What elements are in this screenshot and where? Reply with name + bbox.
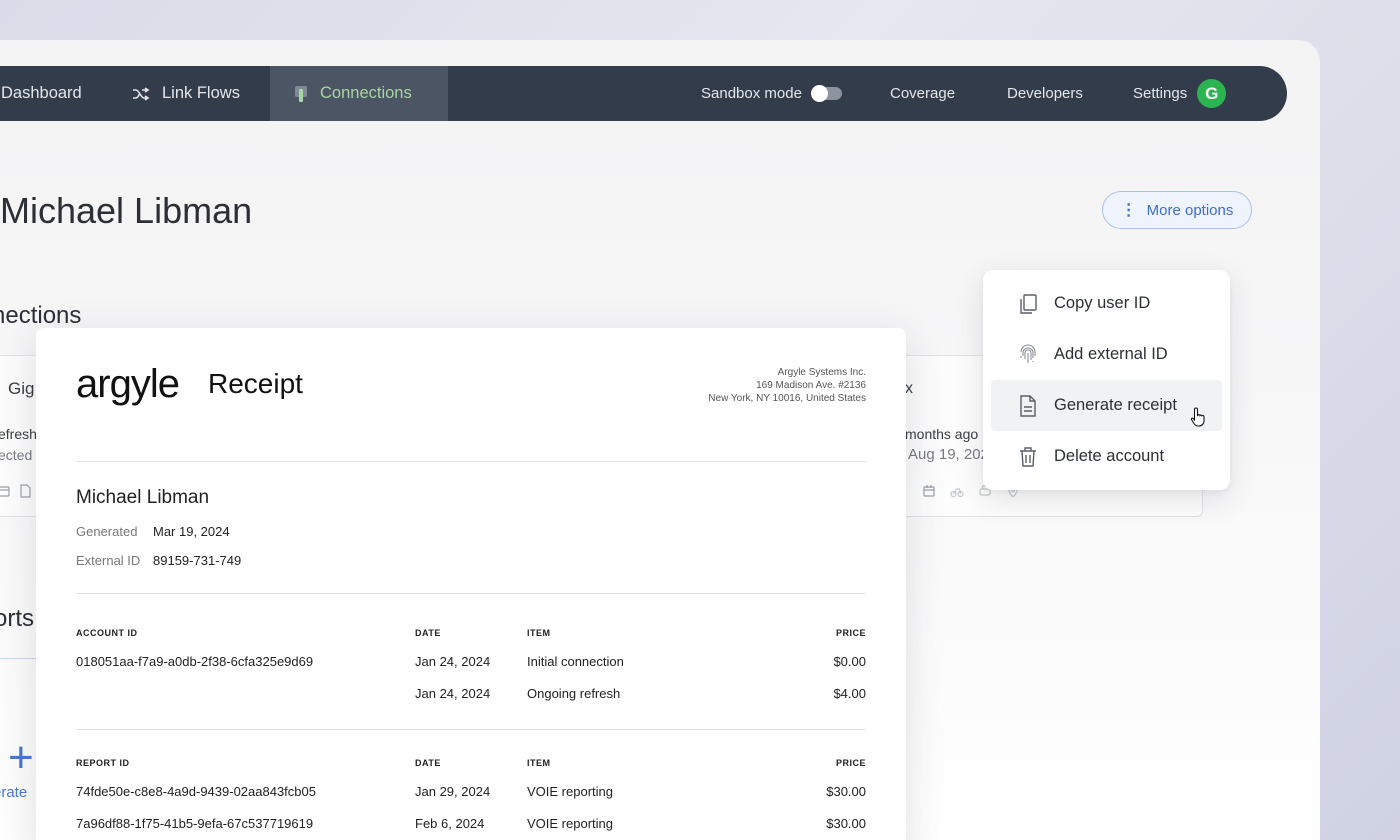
- calendar-icon: [923, 485, 935, 497]
- plus-icon[interactable]: +: [8, 733, 34, 783]
- table-cell-date: Jan 24, 2024: [415, 654, 491, 669]
- menu-item-copy-user-id[interactable]: Copy user ID: [991, 278, 1222, 329]
- generated-label: Generated: [76, 524, 138, 539]
- reports-header-date: DATE: [415, 758, 441, 768]
- more-options-label: More options: [1146, 201, 1234, 219]
- menu-item-label: Generate receipt: [1054, 396, 1177, 414]
- connections-heading: nections: [0, 302, 82, 329]
- calendar-icon-small: [0, 486, 10, 497]
- menu-item-generate-receipt[interactable]: Generate receipt: [991, 380, 1222, 431]
- nav-connections[interactable]: Connections: [270, 66, 448, 121]
- more-options-menu: Copy user ID Add external ID Generate re…: [983, 270, 1230, 490]
- nav-link-flows-label: Link Flows: [162, 84, 240, 102]
- table-cell-item: Ongoing refresh: [527, 686, 621, 701]
- nav-coverage[interactable]: Coverage: [890, 66, 955, 121]
- avatar[interactable]: G: [1197, 79, 1227, 108]
- connection-name-left: Gig: [8, 379, 35, 398]
- shuffle-icon: [133, 86, 150, 101]
- external-id-value: 89159-731-749: [153, 553, 242, 568]
- menu-item-label: Delete account: [1054, 447, 1165, 465]
- nav-settings-label: Settings: [1133, 85, 1188, 102]
- reports-heading: orts: [0, 605, 35, 632]
- table-cell-report-id: 7a96df88-1f75-41b5-9efa-67c537719619: [76, 816, 314, 831]
- receipt-title: Receipt: [208, 368, 303, 399]
- divider: [76, 461, 866, 462]
- external-id-label: External ID: [76, 553, 141, 568]
- accounts-header-item: ITEM: [527, 628, 551, 638]
- fingerprint-icon: [1018, 343, 1038, 366]
- menu-item-add-external-id[interactable]: Add external ID: [991, 329, 1222, 380]
- sandbox-mode-label: Sandbox mode: [701, 85, 802, 102]
- hand-cursor-icon: [1190, 407, 1205, 427]
- table-cell-date: Jan 24, 2024: [415, 686, 491, 701]
- nav-dashboard[interactable]: Dashboard: [1, 66, 82, 121]
- connections-icon: [295, 85, 307, 102]
- connection-status-left-2: ected: [0, 447, 33, 463]
- divider: [76, 729, 866, 730]
- connection-status-left: efresh: [0, 426, 37, 442]
- reports-divider: [0, 658, 40, 659]
- top-navbar: Dashboard Link Flows Connections Sandbox…: [0, 66, 1287, 121]
- company-address-line2: New York, NY 10016, United States: [708, 393, 866, 404]
- generate-report-label[interactable]: erate: [0, 784, 27, 801]
- company-address: Argyle Systems Inc. 169 Madison Ave. #21…: [708, 366, 866, 405]
- table-cell-price: $4.00: [833, 686, 866, 701]
- divider: [76, 593, 866, 594]
- table-cell-account-id: 018051aa-f7a9-a0db-2f38-6cfa325e9d69: [76, 654, 314, 669]
- kebab-icon: ⋮: [1120, 202, 1137, 219]
- reports-header-item: ITEM: [527, 758, 551, 768]
- nav-settings[interactable]: Settings G: [1133, 66, 1227, 121]
- connection-time-right-label: months ago: [905, 426, 979, 442]
- nav-developers-label: Developers: [1007, 85, 1083, 102]
- table-cell-price: $30.00: [826, 816, 866, 831]
- accounts-header-price: PRICE: [835, 628, 866, 638]
- page-title: Michael Libman: [0, 190, 253, 231]
- generated-date: Mar 19, 2024: [153, 524, 230, 539]
- table-cell-item: Initial connection: [527, 654, 624, 669]
- argyle-logo: argyle: [76, 362, 180, 406]
- menu-item-delete-account[interactable]: Delete account: [991, 431, 1222, 482]
- more-options-button[interactable]: ⋮ More options: [1102, 191, 1252, 229]
- menu-item-label: Copy user ID: [1054, 294, 1151, 312]
- reports-header-price: PRICE: [835, 758, 866, 768]
- receipt-panel: argyle Receipt Argyle Systems Inc. 169 M…: [36, 328, 906, 840]
- menu-item-label: Add external ID: [1054, 345, 1168, 363]
- document-icon-small: [20, 484, 31, 498]
- table-cell-price: $0.00: [833, 654, 866, 669]
- sandbox-toggle[interactable]: [810, 85, 842, 102]
- table-cell-date: Jan 29, 2024: [415, 784, 491, 799]
- table-cell-report-id: 74fde50e-c8e8-4a9d-9439-02aa843fcb05: [76, 784, 316, 799]
- company-address-line1: 169 Madison Ave. #2136: [756, 380, 866, 391]
- table-cell-price: $30.00: [826, 784, 866, 799]
- reports-header-id: REPORT ID: [76, 758, 130, 768]
- connection-name-right: x: [905, 380, 913, 397]
- copy-icon: [1018, 293, 1038, 315]
- sandbox-mode: Sandbox mode: [701, 66, 842, 121]
- accounts-header-date: DATE: [415, 628, 441, 638]
- customer-name: Michael Libman: [76, 487, 210, 508]
- nav-link-flows[interactable]: Link Flows: [132, 66, 240, 121]
- document-icon: [1018, 394, 1038, 417]
- table-cell-item: VOIE reporting: [527, 816, 613, 831]
- company-name: Argyle Systems Inc.: [777, 367, 866, 378]
- accounts-header-id: ACCOUNT ID: [76, 628, 138, 638]
- nav-coverage-label: Coverage: [890, 85, 956, 102]
- nav-dashboard-label: Dashboard: [1, 84, 82, 102]
- bike-icon: [950, 488, 964, 498]
- table-cell-item: VOIE reporting: [527, 784, 613, 799]
- trash-icon: [1018, 446, 1038, 468]
- nav-connections-label: Connections: [320, 84, 412, 102]
- table-cell-date: Feb 6, 2024: [415, 816, 485, 831]
- nav-developers[interactable]: Developers: [1007, 66, 1083, 121]
